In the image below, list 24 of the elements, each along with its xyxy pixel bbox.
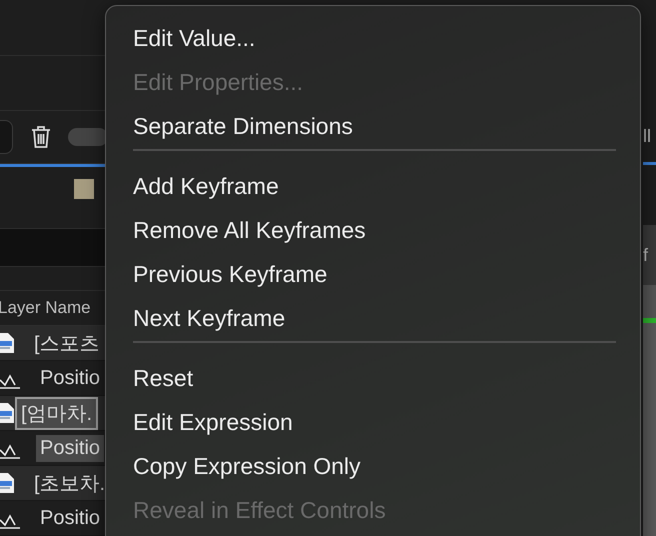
menu-item[interactable]: Next Keyframe xyxy=(133,303,286,347)
header-text: f xyxy=(643,244,648,266)
file-icon xyxy=(0,331,14,356)
input-field[interactable] xyxy=(0,120,13,154)
ruler-bar xyxy=(643,285,656,318)
menu-item[interactable]: Reset xyxy=(133,363,194,407)
layer-name[interactable]: [엄마차. xyxy=(15,396,98,430)
menu-item[interactable]: Separate Dimensions xyxy=(133,111,353,155)
file-icon xyxy=(0,401,14,426)
property-name[interactable]: Positio xyxy=(36,504,104,532)
menu-item[interactable]: Copy Expression Only xyxy=(133,451,361,495)
property-name[interactable]: Positio xyxy=(36,364,104,392)
toolbar-text: ll xyxy=(643,126,651,146)
menu-item[interactable]: Edit Value... xyxy=(133,23,256,67)
property-name[interactable]: Positio xyxy=(36,434,104,462)
menu-item[interactable]: Remove All Keyframes xyxy=(133,215,366,259)
color-swatch[interactable] xyxy=(74,178,94,199)
work-area-bar xyxy=(643,318,656,323)
trash-icon[interactable] xyxy=(30,124,52,149)
file-icon xyxy=(0,471,14,496)
menu-item[interactable]: Add Keyframe xyxy=(133,171,279,215)
menu-item[interactable]: Edit Expression xyxy=(133,407,293,451)
menu-item[interactable]: Previous Keyframe xyxy=(133,259,328,303)
toggle-switch[interactable] xyxy=(68,128,108,146)
